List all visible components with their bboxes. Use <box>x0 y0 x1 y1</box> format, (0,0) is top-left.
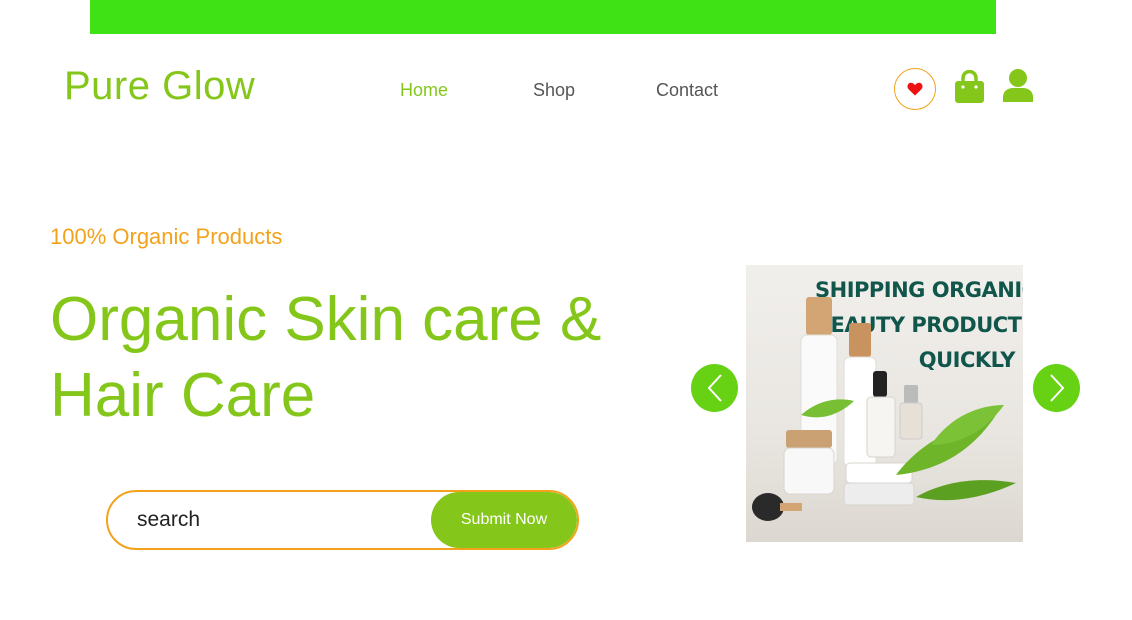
brand-logo[interactable]: Pure Glow <box>64 64 255 109</box>
cart-button[interactable] <box>954 69 985 109</box>
hero-headline: Organic Skin care & Hair Care <box>50 282 670 434</box>
carousel-next-button[interactable] <box>1033 364 1080 412</box>
nav-shop[interactable]: Shop <box>533 80 575 101</box>
account-button[interactable] <box>1003 69 1033 107</box>
carousel-slide-image: SHIPPING ORGANIC BEAUTY PRODUCTS QUICKLY <box>746 265 1023 542</box>
hero-kicker: 100% Organic Products <box>50 224 283 249</box>
user-icon <box>1003 69 1033 102</box>
nav-contact[interactable]: Contact <box>656 80 718 101</box>
cosmetics-product-illustration <box>752 297 1016 521</box>
chevron-left-icon <box>707 374 722 402</box>
nav-home[interactable]: Home <box>400 80 448 101</box>
carousel-prev-button[interactable] <box>691 364 738 412</box>
top-accent-bar <box>90 0 996 34</box>
search-form: Submit Now <box>106 490 579 550</box>
headline-line-2: Hair Care <box>50 361 316 430</box>
submit-button[interactable]: Submit Now <box>431 492 577 548</box>
wishlist-button[interactable] <box>894 68 936 110</box>
heart-icon <box>907 82 923 96</box>
shopping-bag-icon <box>955 69 984 103</box>
headline-line-1: Organic Skin care & <box>50 285 602 354</box>
chevron-right-icon <box>1049 374 1064 402</box>
search-input[interactable] <box>108 492 438 548</box>
